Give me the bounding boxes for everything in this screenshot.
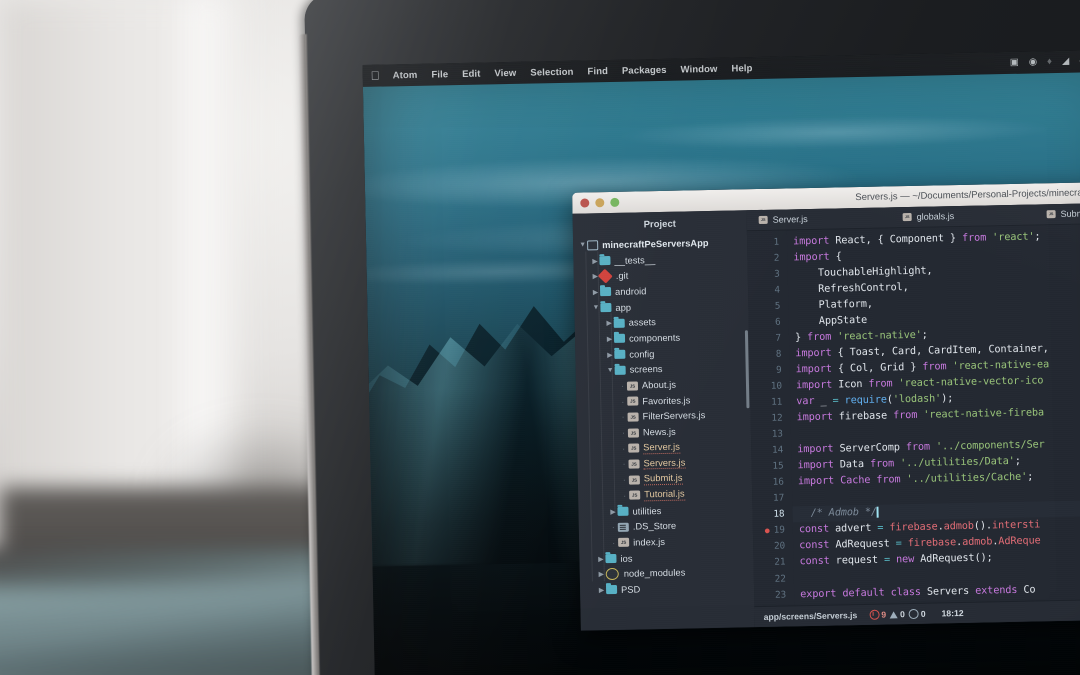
photo-scene:  Atom File Edit View Selection Find Pac… xyxy=(0,0,1080,675)
bezel-sheen xyxy=(304,0,1080,675)
laptop:  Atom File Edit View Selection Find Pac… xyxy=(298,0,1080,675)
